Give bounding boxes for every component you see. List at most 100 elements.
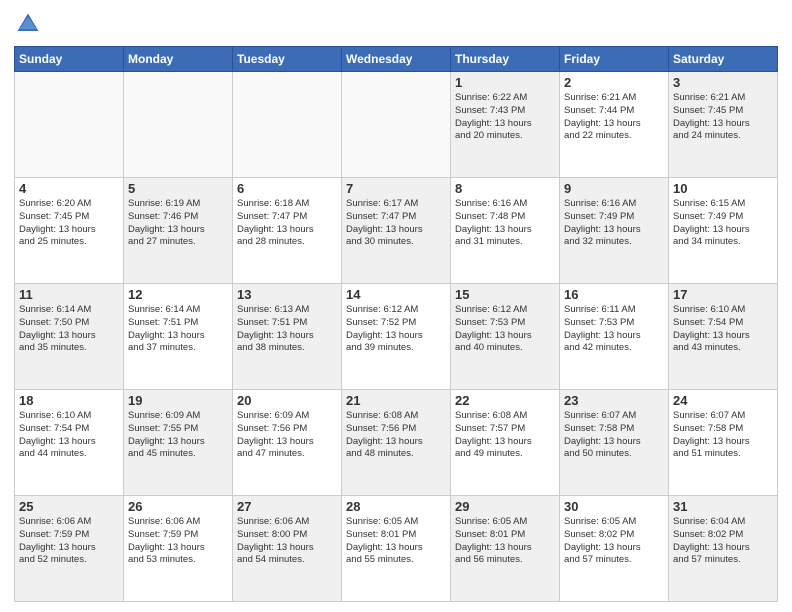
calendar-cell [342, 72, 451, 178]
calendar-cell: 12 Sunrise: 6:14 AM Sunset: 7:51 PM Dayli… [124, 284, 233, 390]
calendar-cell: 16Sunrise: 6:11 AM Sunset: 7:53 PM Dayli… [560, 284, 669, 390]
calendar-cell: 3Sunrise: 6:21 AM Sunset: 7:45 PM Daylig… [669, 72, 778, 178]
day-number: 5 [128, 181, 228, 196]
calendar-cell: 25 Sunrise: 6:06 AM Sunset: 7:59 PM Dayli… [15, 496, 124, 602]
cell-content: Sunrise: 6:12 AM Sunset: 7:53 PM Dayligh… [455, 304, 555, 355]
cell-content: Sunrise: 6:09 AM Sunset: 7:55 PM Dayligh… [128, 410, 228, 461]
day-number: 2 [564, 75, 664, 90]
calendar-cell: 17Sunrise: 6:10 AM Sunset: 7:54 PM Dayli… [669, 284, 778, 390]
header [14, 10, 778, 38]
day-number: 23 [564, 393, 664, 408]
day-number: 15 [455, 287, 555, 302]
calendar-cell: 11 Sunrise: 6:14 AM Sunset: 7:50 PM Dayli… [15, 284, 124, 390]
calendar-cell: 24 Sunrise: 6:07 AM Sunset: 7:58 PM Dayli… [669, 390, 778, 496]
calendar-week-3: 11 Sunrise: 6:14 AM Sunset: 7:50 PM Dayli… [15, 284, 778, 390]
calendar-cell: 14 Sunrise: 6:12 AM Sunset: 7:52 PM Dayli… [342, 284, 451, 390]
cell-content: Sunrise: 6:11 AM Sunset: 7:53 PM Dayligh… [564, 304, 664, 355]
logo [14, 10, 46, 38]
calendar-cell [233, 72, 342, 178]
calendar-cell: 18 Sunrise: 6:10 AM Sunset: 7:54 PM Dayli… [15, 390, 124, 496]
calendar-cell: 19 Sunrise: 6:09 AM Sunset: 7:55 PM Dayli… [124, 390, 233, 496]
calendar-cell: 13Sunrise: 6:13 AM Sunset: 7:51 PM Dayli… [233, 284, 342, 390]
day-number: 8 [455, 181, 555, 196]
cell-content: Sunrise: 6:15 AM Sunset: 7:49 PM Dayligh… [673, 198, 773, 249]
day-number: 10 [673, 181, 773, 196]
weekday-header-wednesday: Wednesday [342, 47, 451, 72]
cell-content: Sunrise: 6:14 AM Sunset: 7:51 PM Dayligh… [128, 304, 228, 355]
calendar-cell: 28 Sunrise: 6:05 AM Sunset: 8:01 PM Dayli… [342, 496, 451, 602]
day-number: 26 [128, 499, 228, 514]
day-number: 14 [346, 287, 446, 302]
cell-content: Sunrise: 6:18 AM Sunset: 7:47 PM Dayligh… [237, 198, 337, 249]
calendar-cell [15, 72, 124, 178]
calendar-week-2: 4 Sunrise: 6:20 AM Sunset: 7:45 PM Daylig… [15, 178, 778, 284]
calendar-cell: 15 Sunrise: 6:12 AM Sunset: 7:53 PM Dayli… [451, 284, 560, 390]
cell-content: Sunrise: 6:05 AM Sunset: 8:01 PM Dayligh… [346, 516, 446, 567]
day-number: 31 [673, 499, 773, 514]
calendar-cell: 23 Sunrise: 6:07 AM Sunset: 7:58 PM Dayli… [560, 390, 669, 496]
calendar-week-5: 25 Sunrise: 6:06 AM Sunset: 7:59 PM Dayli… [15, 496, 778, 602]
cell-content: Sunrise: 6:19 AM Sunset: 7:46 PM Dayligh… [128, 198, 228, 249]
calendar-cell: 8Sunrise: 6:16 AM Sunset: 7:48 PM Daylig… [451, 178, 560, 284]
day-number: 25 [19, 499, 119, 514]
calendar-cell: 27Sunrise: 6:06 AM Sunset: 8:00 PM Dayli… [233, 496, 342, 602]
day-number: 30 [564, 499, 664, 514]
weekday-header-row: SundayMondayTuesdayWednesdayThursdayFrid… [15, 47, 778, 72]
weekday-header-tuesday: Tuesday [233, 47, 342, 72]
logo-icon [14, 10, 42, 38]
day-number: 19 [128, 393, 228, 408]
weekday-header-sunday: Sunday [15, 47, 124, 72]
page: SundayMondayTuesdayWednesdayThursdayFrid… [0, 0, 792, 612]
day-number: 4 [19, 181, 119, 196]
day-number: 13 [237, 287, 337, 302]
day-number: 6 [237, 181, 337, 196]
day-number: 1 [455, 75, 555, 90]
cell-content: Sunrise: 6:22 AM Sunset: 7:43 PM Dayligh… [455, 92, 555, 143]
cell-content: Sunrise: 6:12 AM Sunset: 7:52 PM Dayligh… [346, 304, 446, 355]
cell-content: Sunrise: 6:10 AM Sunset: 7:54 PM Dayligh… [19, 410, 119, 461]
day-number: 21 [346, 393, 446, 408]
weekday-header-thursday: Thursday [451, 47, 560, 72]
cell-content: Sunrise: 6:06 AM Sunset: 7:59 PM Dayligh… [19, 516, 119, 567]
cell-content: Sunrise: 6:05 AM Sunset: 8:02 PM Dayligh… [564, 516, 664, 567]
calendar-week-1: 1 Sunrise: 6:22 AM Sunset: 7:43 PM Daylig… [15, 72, 778, 178]
day-number: 17 [673, 287, 773, 302]
calendar-cell: 2 Sunrise: 6:21 AM Sunset: 7:44 PM Daylig… [560, 72, 669, 178]
cell-content: Sunrise: 6:21 AM Sunset: 7:45 PM Dayligh… [673, 92, 773, 143]
day-number: 12 [128, 287, 228, 302]
calendar-cell: 22Sunrise: 6:08 AM Sunset: 7:57 PM Dayli… [451, 390, 560, 496]
calendar-cell: 26Sunrise: 6:06 AM Sunset: 7:59 PM Dayli… [124, 496, 233, 602]
cell-content: Sunrise: 6:08 AM Sunset: 7:57 PM Dayligh… [455, 410, 555, 461]
cell-content: Sunrise: 6:09 AM Sunset: 7:56 PM Dayligh… [237, 410, 337, 461]
day-number: 24 [673, 393, 773, 408]
calendar-cell [124, 72, 233, 178]
day-number: 29 [455, 499, 555, 514]
cell-content: Sunrise: 6:14 AM Sunset: 7:50 PM Dayligh… [19, 304, 119, 355]
calendar-cell: 7Sunrise: 6:17 AM Sunset: 7:47 PM Daylig… [342, 178, 451, 284]
cell-content: Sunrise: 6:20 AM Sunset: 7:45 PM Dayligh… [19, 198, 119, 249]
cell-content: Sunrise: 6:08 AM Sunset: 7:56 PM Dayligh… [346, 410, 446, 461]
cell-content: Sunrise: 6:07 AM Sunset: 7:58 PM Dayligh… [564, 410, 664, 461]
calendar-cell: 4 Sunrise: 6:20 AM Sunset: 7:45 PM Daylig… [15, 178, 124, 284]
calendar-cell: 31 Sunrise: 6:04 AM Sunset: 8:02 PM Dayli… [669, 496, 778, 602]
calendar-cell: 10 Sunrise: 6:15 AM Sunset: 7:49 PM Dayli… [669, 178, 778, 284]
calendar-cell: 1 Sunrise: 6:22 AM Sunset: 7:43 PM Daylig… [451, 72, 560, 178]
day-number: 11 [19, 287, 119, 302]
cell-content: Sunrise: 6:07 AM Sunset: 7:58 PM Dayligh… [673, 410, 773, 461]
calendar-table: SundayMondayTuesdayWednesdayThursdayFrid… [14, 46, 778, 602]
day-number: 18 [19, 393, 119, 408]
calendar-cell: 30 Sunrise: 6:05 AM Sunset: 8:02 PM Dayli… [560, 496, 669, 602]
cell-content: Sunrise: 6:17 AM Sunset: 7:47 PM Dayligh… [346, 198, 446, 249]
day-number: 20 [237, 393, 337, 408]
calendar-cell: 6 Sunrise: 6:18 AM Sunset: 7:47 PM Daylig… [233, 178, 342, 284]
calendar-week-4: 18 Sunrise: 6:10 AM Sunset: 7:54 PM Dayli… [15, 390, 778, 496]
cell-content: Sunrise: 6:06 AM Sunset: 8:00 PM Dayligh… [237, 516, 337, 567]
weekday-header-saturday: Saturday [669, 47, 778, 72]
day-number: 9 [564, 181, 664, 196]
weekday-header-friday: Friday [560, 47, 669, 72]
day-number: 28 [346, 499, 446, 514]
cell-content: Sunrise: 6:16 AM Sunset: 7:49 PM Dayligh… [564, 198, 664, 249]
calendar-cell: 9 Sunrise: 6:16 AM Sunset: 7:49 PM Daylig… [560, 178, 669, 284]
cell-content: Sunrise: 6:21 AM Sunset: 7:44 PM Dayligh… [564, 92, 664, 143]
cell-content: Sunrise: 6:04 AM Sunset: 8:02 PM Dayligh… [673, 516, 773, 567]
